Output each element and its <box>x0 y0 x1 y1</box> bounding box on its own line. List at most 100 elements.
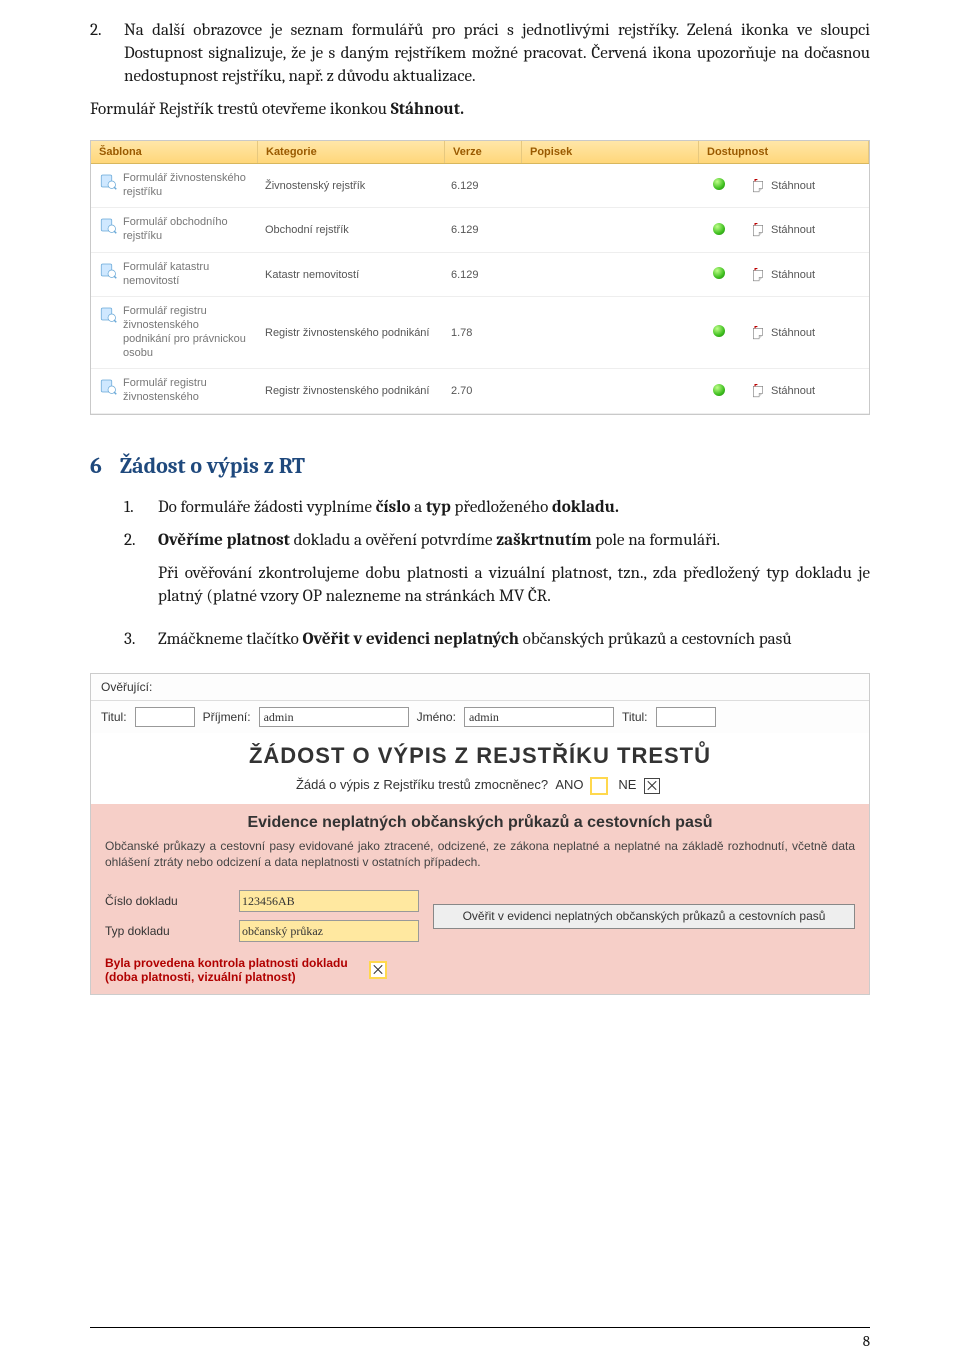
section-title: Žádost o výpis z RT <box>120 453 305 479</box>
titul-label: Titul: <box>101 710 127 724</box>
form-title: ŽÁDOST O VÝPIS Z REJSTŘÍKU TRESTŮ <box>91 733 869 775</box>
para-text: Formulář Rejstřík trestů otevřeme ikonko… <box>90 100 391 119</box>
cislo-label: Číslo dokladu <box>105 894 225 908</box>
dostupnost-cell <box>695 376 743 407</box>
subq-text: Žádá o výpis z Rejstříku trestů zmocněne… <box>296 777 548 792</box>
step-2: 2. Ověříme platnost dokladu a ověření po… <box>124 530 870 619</box>
download-label: Stáhnout <box>771 224 815 236</box>
table-row: Formulář katastru nemovitostí Katastr nem… <box>91 253 869 298</box>
popisek-cell <box>519 222 695 238</box>
sablona-text: Formulář katastru nemovitostí <box>123 261 249 289</box>
overujici-label: Ověřující: <box>101 680 152 694</box>
download-cell[interactable]: Stáhnout <box>743 215 869 245</box>
kontrola-checkbox[interactable] <box>370 962 386 978</box>
verze-cell: 6.129 <box>443 216 519 244</box>
section-number: 6 <box>90 453 102 479</box>
form-subquestion: Žádá o výpis z Rejstříku trestů zmocněne… <box>91 775 869 804</box>
download-cell[interactable]: Stáhnout <box>743 376 869 406</box>
step-number: 2. <box>124 530 144 619</box>
overit-button[interactable]: Ověřit v evidenci neplatných občanských … <box>433 904 855 928</box>
kontrola-note: Byla provedena kontrola platnosti doklad… <box>91 952 869 994</box>
table-row: Formulář registru živnostenského podniká… <box>91 297 869 369</box>
titul2-field[interactable] <box>656 707 716 727</box>
t: Do formuláře žádosti vyplníme <box>158 498 376 517</box>
dostupnost-cell <box>695 317 743 348</box>
sablona-text: Formulář registru živnostenského <box>123 377 249 405</box>
table-row: Formulář registru živnostenského Registr … <box>91 369 869 414</box>
col-sablona: Šablona <box>91 141 258 163</box>
t: pole na formuláři. <box>592 531 720 550</box>
list-number: 2. <box>90 20 110 89</box>
overujici-row: Ověřující: <box>91 674 869 701</box>
kategorie-cell: Katastr nemovitostí <box>257 261 443 289</box>
sablona-text: Formulář registru živnostenského podniká… <box>123 305 249 360</box>
jmeno-label: Jméno: <box>417 710 456 724</box>
b: číslo <box>376 498 411 517</box>
sablona-text: Formulář živnostenského rejstříku <box>123 172 249 200</box>
step-1: 1. Do formuláře žádosti vyplníme číslo a… <box>124 497 870 520</box>
kategorie-cell: Obchodní rejstřík <box>257 216 443 244</box>
sablona-text: Formulář obchodního rejstříku <box>123 216 249 244</box>
typ-field[interactable]: občanský průkaz <box>239 920 419 942</box>
ne-checkbox[interactable] <box>644 778 660 794</box>
status-dot-icon <box>713 384 725 396</box>
step-number: 3. <box>124 629 144 652</box>
col-kategorie: Kategorie <box>258 141 445 163</box>
step-3: 3. Zmáčkneme tlačítko Ověřit v evidenci … <box>124 629 870 652</box>
col-dostupnost: Dostupnost <box>699 141 869 163</box>
doklad-grid: Číslo dokladu 123456AB Ověřit v evidenci… <box>91 880 869 952</box>
verze-cell: 6.129 <box>443 172 519 200</box>
status-dot-icon <box>713 178 725 190</box>
verze-cell: 1.78 <box>443 319 519 347</box>
verze-cell: 6.129 <box>443 261 519 289</box>
popisek-cell <box>519 267 695 283</box>
status-dot-icon <box>713 267 725 279</box>
evidence-heading: Evidence neplatných občanských průkazů a… <box>105 814 855 832</box>
t: dokladu a ověření potvrdíme <box>290 531 496 550</box>
page-number: 8 <box>90 1327 870 1350</box>
rt-form: Ověřující: Titul: Příjmení: admin Jméno:… <box>90 673 870 995</box>
dostupnost-cell <box>695 259 743 290</box>
evidence-band: Evidence neplatných občanských průkazů a… <box>91 804 869 880</box>
red-line2: (doba platnosti, vizuální platnost) <box>105 970 348 984</box>
forms-table: Šablona Kategorie Verze Popisek Dostupno… <box>90 140 870 415</box>
typ-label: Typ dokladu <box>105 924 225 938</box>
titul2-label: Titul: <box>622 710 648 724</box>
ano-checkbox[interactable] <box>591 778 607 794</box>
prijmeni-field[interactable]: admin <box>259 707 409 727</box>
b: typ <box>426 498 451 517</box>
popisek-cell <box>519 178 695 194</box>
status-dot-icon <box>713 325 725 337</box>
jmeno-field[interactable]: admin <box>464 707 614 727</box>
b: Ověříme platnost <box>158 531 290 550</box>
table-row: Formulář živnostenského rejstříku Živnost… <box>91 164 869 209</box>
titul-field[interactable] <box>135 707 195 727</box>
document-page: 2. Na další obrazovce je seznam formulář… <box>0 0 960 1370</box>
download-cell[interactable]: Stáhnout <box>743 318 869 348</box>
t: občanských průkazů a cestovních pasů <box>519 630 792 649</box>
list-item-2: 2. Na další obrazovce je seznam formulář… <box>90 20 870 89</box>
download-label: Stáhnout <box>771 180 815 192</box>
table-header: Šablona Kategorie Verze Popisek Dostupno… <box>91 141 869 164</box>
section-heading-6: 6 Žádost o výpis z RT <box>90 453 870 479</box>
dostupnost-cell <box>695 170 743 201</box>
b: dokladu. <box>552 498 619 517</box>
ne-label: NE <box>618 777 636 792</box>
step-body: Zmáčkneme tlačítko Ověřit v evidenci nep… <box>158 629 870 652</box>
b: zaškrtnutím <box>496 531 591 550</box>
steps-block: 1. Do formuláře žádosti vyplníme číslo a… <box>124 497 870 652</box>
list-body: Na další obrazovce je seznam formulářů p… <box>124 20 870 89</box>
download-cell[interactable]: Stáhnout <box>743 171 869 201</box>
popisek-cell <box>519 383 695 399</box>
prijmeni-label: Příjmení: <box>203 710 251 724</box>
download-cell[interactable]: Stáhnout <box>743 260 869 290</box>
download-label: Stáhnout <box>771 269 815 281</box>
kategorie-cell: Registr živnostenského podnikání <box>257 377 443 405</box>
red-line1: Byla provedena kontrola platnosti doklad… <box>105 956 348 970</box>
col-popisek: Popisek <box>522 141 699 163</box>
table-row: Formulář obchodního rejstříku Obchodní re… <box>91 208 869 253</box>
kategorie-cell: Živnostenský rejstřík <box>257 172 443 200</box>
t: Zmáčkneme tlačítko <box>158 630 302 649</box>
cislo-field[interactable]: 123456AB <box>239 890 419 912</box>
popisek-cell <box>519 325 695 341</box>
